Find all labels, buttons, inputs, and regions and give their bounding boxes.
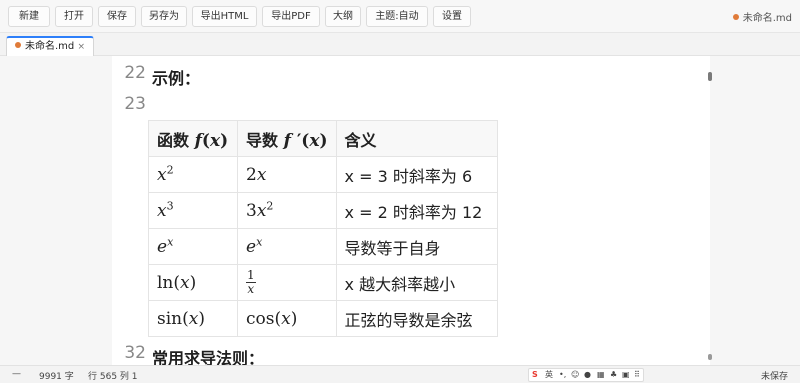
- table-row: x3 3x2 x = 2 时斜率为 12: [148, 192, 498, 229]
- editor-area: 22 示例： 23 函数 f(x) 导数 f ′(x) 含义 x2 2x x =…: [0, 56, 800, 365]
- tools-icon[interactable]: ▣: [622, 370, 630, 380]
- line-number: 32: [124, 343, 146, 363]
- apps-icon[interactable]: ⠿: [634, 370, 640, 380]
- editor-scrollbar[interactable]: [704, 56, 716, 365]
- table-row: x2 2x x = 3 时斜率为 6: [148, 156, 498, 193]
- heading-example: 示例：: [152, 69, 201, 88]
- tab-bar: 未命名.md ×: [0, 33, 800, 57]
- table-cell: 正弦的导数是余弦: [335, 300, 498, 337]
- table-cell: ex: [237, 228, 337, 265]
- ime-logo-icon[interactable]: S: [532, 370, 538, 380]
- emoji-icon[interactable]: ☺: [571, 370, 579, 380]
- cursor-position: 行 565 列 1: [88, 372, 138, 382]
- save-as-button[interactable]: 另存为: [141, 6, 187, 27]
- tab-unsaved-dot-icon: [15, 42, 21, 48]
- table-cell: x 越大斜率越小: [335, 264, 498, 301]
- table-header-cell: 导数 f ′(x): [237, 120, 337, 157]
- export-html-button[interactable]: 导出HTML: [192, 6, 257, 27]
- punctuation-icon[interactable]: •,: [559, 370, 566, 380]
- table-header-cell: 函数 f(x): [148, 120, 238, 157]
- save-status: 未保存: [760, 372, 788, 382]
- table-cell: ln(x): [148, 264, 238, 301]
- keyboard-icon[interactable]: ▦: [597, 370, 605, 380]
- table-header-cell: 含义: [335, 120, 498, 157]
- open-button[interactable]: 打开: [55, 6, 93, 27]
- table-cell: x = 3 时斜率为 6: [335, 156, 498, 193]
- save-button[interactable]: 保存: [98, 6, 136, 27]
- unsaved-dot-icon: [732, 14, 739, 20]
- line-number: 22: [124, 63, 146, 83]
- table-cell: x2: [148, 156, 238, 193]
- ime-toolbar[interactable]: S 英 •, ☺ ● ▦ ♣ ▣ ⠿: [528, 368, 644, 382]
- heading-derivative-rules: 常用求导法则：: [152, 349, 265, 365]
- tab-close-icon[interactable]: ×: [77, 38, 85, 56]
- table-cell: sin(x): [148, 300, 238, 337]
- new-button[interactable]: 新建: [8, 6, 50, 27]
- mic-icon[interactable]: ●: [584, 370, 591, 380]
- scrollbar-thumb[interactable]: [708, 72, 712, 81]
- table-cell: 3x2: [237, 192, 337, 229]
- table-cell: 1x: [237, 264, 337, 301]
- outline-button[interactable]: 大纲: [325, 6, 361, 27]
- ime-lang-toggle[interactable]: 英: [545, 370, 553, 380]
- table-row: ex ex 导数等于自身: [148, 228, 498, 265]
- table-cell: 导数等于自身: [335, 228, 498, 265]
- table-header-row: 函数 f(x) 导数 f ′(x) 含义: [148, 120, 498, 157]
- word-count: 9991 字: [39, 372, 74, 382]
- table-row: sin(x) cos(x) 正弦的导数是余弦: [148, 300, 498, 337]
- table-row: ln(x) 1x x 越大斜率越小: [148, 264, 498, 301]
- scrollbar-bottom-marker[interactable]: [708, 354, 712, 360]
- status-dash: —: [12, 369, 21, 379]
- theme-button[interactable]: 主题:自动: [366, 6, 428, 27]
- tab-untitled[interactable]: 未命名.md ×: [6, 36, 94, 57]
- editor-page[interactable]: 22 示例： 23 函数 f(x) 导数 f ′(x) 含义 x2 2x x =…: [112, 56, 710, 365]
- file-status-label: 未命名.md: [742, 13, 792, 24]
- skin-icon[interactable]: ♣: [610, 370, 617, 380]
- export-pdf-button[interactable]: 导出PDF: [262, 6, 320, 27]
- status-bar: — 9991 字 行 565 列 1 S 英 •, ☺ ● ▦ ♣ ▣ ⠿ 未保…: [0, 365, 800, 383]
- table-cell: x = 2 时斜率为 12: [335, 192, 498, 229]
- toolbar: 新建 打开 保存 另存为 导出HTML 导出PDF 大纲 主题:自动 设置 未命…: [0, 0, 800, 33]
- table-cell: ex: [148, 228, 238, 265]
- math-table: 函数 f(x) 导数 f ′(x) 含义 x2 2x x = 3 时斜率为 6 …: [148, 120, 498, 337]
- line-number: 23: [124, 94, 146, 114]
- table-cell: cos(x): [237, 300, 337, 337]
- file-status: 未命名.md: [732, 9, 792, 24]
- settings-button[interactable]: 设置: [433, 6, 471, 27]
- tab-label: 未命名.md: [25, 41, 75, 52]
- table-cell: x3: [148, 192, 238, 229]
- table-cell: 2x: [237, 156, 337, 193]
